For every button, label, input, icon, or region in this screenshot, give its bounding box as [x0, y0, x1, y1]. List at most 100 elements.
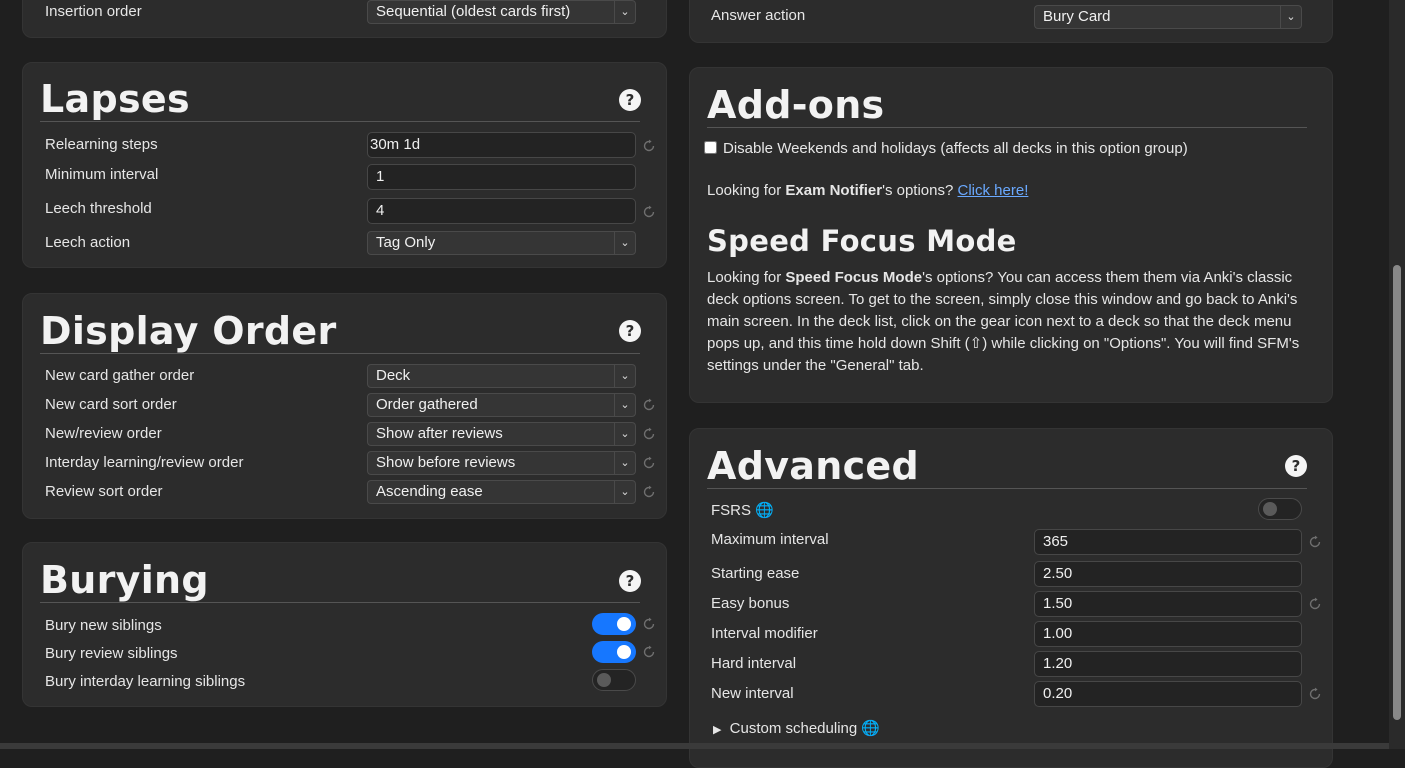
new-review-order-select[interactable]: Show after reviews ⌄	[367, 422, 636, 446]
chevron-down-icon: ⌄	[614, 365, 635, 387]
reset-icon[interactable]	[642, 456, 656, 470]
click-here-link[interactable]: Click here!	[958, 182, 1029, 199]
new-interval-input[interactable]: 0.20	[1034, 681, 1302, 707]
insertion-order-label: Insertion order	[45, 3, 142, 20]
review-sort-order-select[interactable]: Ascending ease ⌄	[367, 480, 636, 504]
sfm-prefix: Looking for	[707, 269, 786, 286]
relearning-steps-input[interactable]: 30m 1d	[367, 132, 636, 158]
new-card-gather-order-select[interactable]: Deck ⌄	[367, 364, 636, 388]
bottom-edge	[0, 743, 1389, 749]
display-order-title: Display Order	[40, 309, 337, 353]
fsrs-toggle[interactable]	[1258, 498, 1302, 520]
burying-title: Burying	[40, 558, 209, 602]
advanced-divider	[707, 488, 1307, 489]
lapses-divider	[40, 121, 640, 122]
bury-new-siblings-label: Bury new siblings	[45, 617, 162, 634]
globe-icon[interactable]: 🌐	[861, 720, 880, 737]
toggle-knob	[1263, 502, 1277, 516]
bury-interday-learning-siblings-label: Bury interday learning siblings	[45, 673, 246, 690]
chevron-down-icon: ⌄	[614, 423, 635, 445]
advanced-title: Advanced	[707, 444, 919, 488]
chevron-down-icon: ⌄	[614, 1, 635, 23]
addons-title: Add-ons	[707, 83, 885, 127]
new-review-order-label: New/review order	[45, 425, 162, 442]
leech-threshold-input[interactable]: 4	[367, 198, 636, 224]
help-icon[interactable]: ?	[1285, 455, 1307, 477]
reset-icon[interactable]	[642, 427, 656, 441]
chevron-down-icon: ⌄	[614, 481, 635, 503]
hard-interval-input[interactable]: 1.20	[1034, 651, 1302, 677]
scrollbar-thumb[interactable]	[1393, 265, 1401, 720]
reset-icon[interactable]	[1308, 597, 1322, 611]
disclosure-triangle-icon: ▶	[713, 724, 722, 736]
starting-ease-label: Starting ease	[711, 565, 800, 582]
help-icon[interactable]: ?	[619, 320, 641, 342]
reset-icon[interactable]	[642, 398, 656, 412]
new-card-sort-order-value: Order gathered	[376, 396, 478, 413]
toggle-knob	[617, 645, 631, 659]
easy-bonus-input[interactable]: 1.50	[1034, 591, 1302, 617]
fsrs-label: FSRS 🌐	[711, 501, 774, 519]
burying-divider	[40, 602, 640, 603]
leech-action-value: Tag Only	[376, 234, 436, 251]
lapses-title: Lapses	[40, 77, 190, 121]
minimum-interval-input[interactable]: 1	[367, 164, 636, 190]
bury-review-siblings-toggle[interactable]	[592, 641, 636, 663]
answer-action-value: Bury Card	[1043, 8, 1111, 25]
leech-action-label: Leech action	[45, 234, 131, 251]
hard-interval-label: Hard interval	[711, 655, 797, 672]
answer-action-label: Answer action	[711, 7, 806, 24]
review-sort-order-value: Ascending ease	[376, 483, 483, 500]
reset-icon[interactable]	[642, 205, 656, 219]
interval-modifier-label: Interval modifier	[711, 625, 818, 642]
relearning-steps-label: Relearning steps	[45, 136, 158, 153]
insertion-order-value: Sequential (oldest cards first)	[376, 3, 571, 20]
custom-scheduling-toggle[interactable]: ▶ Custom scheduling 🌐	[713, 719, 880, 737]
new-interval-label: New interval	[711, 685, 794, 702]
reset-icon[interactable]	[642, 617, 656, 631]
reset-icon[interactable]	[642, 485, 656, 499]
exam-suffix: 's options?	[882, 182, 958, 199]
addons-divider	[707, 127, 1307, 128]
fsrs-text: FSRS	[711, 502, 752, 519]
chevron-down-icon: ⌄	[614, 394, 635, 416]
answer-action-select[interactable]: Bury Card ⌄	[1034, 5, 1302, 29]
interday-learning-review-order-select[interactable]: Show before reviews ⌄	[367, 451, 636, 475]
disable-weekends-label[interactable]: Disable Weekends and holidays (affects a…	[723, 140, 1188, 157]
bury-interday-learning-siblings-toggle[interactable]	[592, 669, 636, 691]
bury-new-siblings-toggle[interactable]	[592, 613, 636, 635]
new-card-gather-order-label: New card gather order	[45, 367, 195, 384]
reset-icon[interactable]	[642, 139, 656, 153]
custom-scheduling-label: Custom scheduling	[729, 720, 858, 737]
new-card-sort-order-label: New card sort order	[45, 396, 177, 413]
chevron-down-icon: ⌄	[614, 232, 635, 254]
interday-learning-review-order-label: Interday learning/review order	[45, 454, 244, 471]
exam-notifier-text: Looking for Exam Notifier's options? Cli…	[707, 180, 1028, 202]
globe-icon[interactable]: 🌐	[755, 502, 774, 519]
easy-bonus-label: Easy bonus	[711, 595, 790, 612]
new-review-order-value: Show after reviews	[376, 425, 503, 442]
interval-modifier-input[interactable]: 1.00	[1034, 621, 1302, 647]
disable-weekends-checkbox[interactable]	[704, 141, 717, 154]
help-icon[interactable]: ?	[619, 89, 641, 111]
review-sort-order-label: Review sort order	[45, 483, 163, 500]
maximum-interval-input[interactable]: 365	[1034, 529, 1302, 555]
exam-notifier-name: Exam Notifier	[785, 182, 883, 199]
interday-learning-review-order-value: Show before reviews	[376, 454, 516, 471]
reset-icon[interactable]	[1308, 535, 1322, 549]
bury-review-siblings-label: Bury review siblings	[45, 645, 178, 662]
sfm-name: Speed Focus Mode	[785, 269, 923, 286]
new-card-sort-order-select[interactable]: Order gathered ⌄	[367, 393, 636, 417]
reset-icon[interactable]	[1308, 687, 1322, 701]
minimum-interval-label: Minimum interval	[45, 166, 159, 183]
exam-prefix: Looking for	[707, 182, 786, 199]
speed-focus-mode-text: Looking for Speed Focus Mode's options? …	[707, 267, 1307, 377]
chevron-down-icon: ⌄	[614, 452, 635, 474]
reset-icon[interactable]	[642, 645, 656, 659]
speed-focus-mode-title: Speed Focus Mode	[707, 224, 1017, 258]
leech-action-select[interactable]: Tag Only ⌄	[367, 231, 636, 255]
new-card-gather-order-value: Deck	[376, 367, 411, 384]
insertion-order-select[interactable]: Sequential (oldest cards first) ⌄	[367, 0, 636, 24]
starting-ease-input[interactable]: 2.50	[1034, 561, 1302, 587]
help-icon[interactable]: ?	[619, 570, 641, 592]
